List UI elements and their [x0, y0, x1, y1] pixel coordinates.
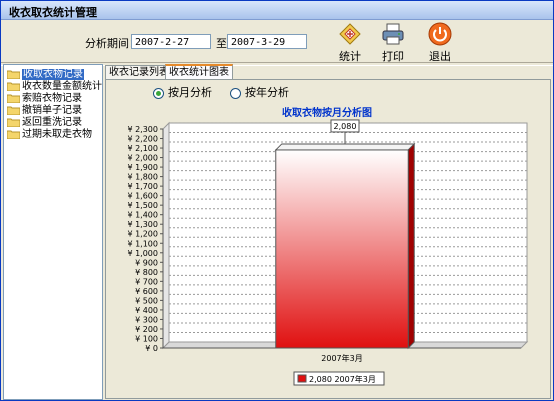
y-tick-label: ¥ 1,400: [127, 211, 158, 220]
exit-button[interactable]: 退出: [420, 22, 460, 64]
folder-icon: [7, 94, 20, 103]
folder-icon: [7, 82, 20, 91]
tree-item-label: 撤销单子记录: [22, 105, 82, 116]
y-tick-label: ¥ 300: [135, 315, 158, 324]
tree-item-label: 索赔衣物记录: [22, 93, 82, 104]
nav-tree: 收取衣物记录 收衣数量金额统计 索赔衣物记录 撤销单子记录 返回重洗记录 过期未取走衣物: [3, 64, 103, 400]
y-tick-label: ¥ 500: [135, 296, 158, 305]
tab-record-list[interactable]: 收衣记录列表: [105, 65, 173, 79]
y-tick-label: ¥ 1,900: [127, 163, 158, 172]
tab-stats-chart[interactable]: 收衣统计图表: [165, 64, 233, 79]
print-button[interactable]: 打印: [373, 22, 413, 64]
x-tick-label: 2007年3月: [321, 353, 362, 363]
y-tick-label: ¥ 1,600: [127, 192, 158, 201]
y-tick-label: ¥ 1,300: [127, 220, 158, 229]
radio-dot-checked: [153, 87, 164, 99]
y-tick-label: ¥ 2,200: [127, 135, 158, 144]
stats-window: 收衣取衣统计管理 分析期间： 2007-2-27 至 2007-3-29 统计: [0, 0, 554, 401]
y-tick-label: ¥ 200: [135, 325, 158, 334]
y-tick-label: ¥ 2,000: [127, 154, 158, 163]
folder-icon: [7, 130, 20, 139]
power-icon: [428, 22, 452, 46]
stats-button[interactable]: 统计: [330, 22, 370, 64]
y-tick-label: ¥ 2,300: [127, 125, 158, 134]
bar[interactable]: [275, 149, 409, 349]
chart-stats-icon: [338, 22, 362, 46]
bar-chart: ¥ 0¥ 100¥ 200¥ 300¥ 400¥ 500¥ 600¥ 700¥ …: [127, 119, 529, 386]
y-tick-label: ¥ 900: [135, 258, 158, 267]
radio-by-year-label: 按年分析: [245, 86, 289, 99]
y-tick-label: ¥ 400: [135, 306, 158, 315]
window-title: 收衣取衣统计管理: [9, 6, 97, 19]
legend-swatch: [297, 374, 307, 383]
radio-by-month[interactable]: 按月分析: [153, 84, 212, 100]
folder-icon: [7, 70, 20, 79]
to-label: 至: [216, 37, 227, 50]
y-tick-label: ¥ 1,800: [127, 173, 158, 182]
y-tick-label: ¥ 1,500: [127, 201, 158, 210]
start-date-input[interactable]: 2007-2-27: [131, 34, 211, 49]
plot-left-wall: [162, 121, 170, 350]
radio-by-year[interactable]: 按年分析: [230, 84, 289, 100]
toolbar: 分析期间： 2007-2-27 至 2007-3-29 统计 打印 退出: [1, 20, 553, 64]
data-label: 2,080: [334, 122, 357, 131]
bar-top: [274, 143, 416, 151]
bar-side: [407, 142, 415, 350]
y-tick-label: ¥ 0: [145, 344, 158, 353]
y-tick-label: ¥ 2,100: [127, 144, 158, 153]
legend-label: 2,080 2007年3月: [309, 374, 376, 384]
folder-icon: [7, 118, 20, 127]
tree-item-label: 过期未取走衣物: [22, 129, 92, 140]
y-tick-label: ¥ 100: [135, 334, 158, 343]
radio-dot-unchecked: [230, 87, 241, 99]
printer-icon: [381, 22, 405, 46]
tree-item-label: 返回重洗记录: [22, 117, 82, 128]
y-tick-label: ¥ 1,000: [127, 249, 158, 258]
radio-by-month-label: 按月分析: [168, 86, 212, 99]
y-tick-label: ¥ 1,100: [127, 239, 158, 248]
y-tick-label: ¥ 600: [135, 287, 158, 296]
tree-item[interactable]: 过期未取走衣物: [7, 128, 92, 141]
title-bar[interactable]: 收衣取衣统计管理: [1, 1, 553, 20]
tree-item-label: 收衣数量金额统计: [22, 81, 102, 92]
tree-item-label: 收取衣物记录: [22, 69, 84, 80]
y-tick-label: ¥ 1,200: [127, 230, 158, 239]
y-tick-label: ¥ 800: [135, 268, 158, 277]
end-date-input[interactable]: 2007-3-29: [227, 34, 307, 49]
folder-icon: [7, 106, 20, 115]
y-tick-label: ¥ 1,700: [127, 182, 158, 191]
y-tick-label: ¥ 700: [135, 277, 158, 286]
